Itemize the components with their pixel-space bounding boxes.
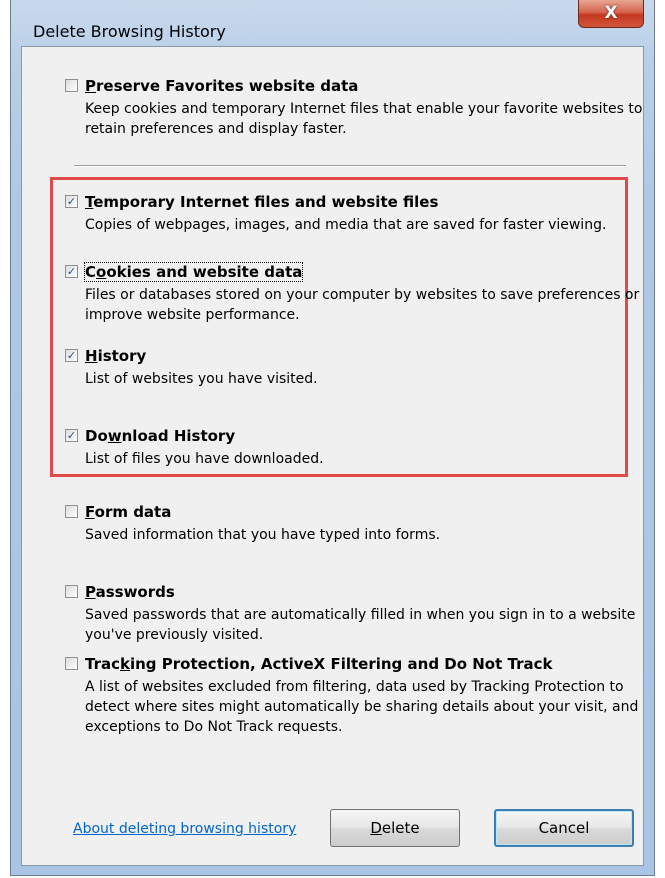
check-icon: ✓ xyxy=(66,349,77,362)
check-icon: ✓ xyxy=(66,265,77,278)
option-description: Saved passwords that are automatically f… xyxy=(85,607,636,643)
dialog-body: Preserve Favorites website data Keep coo… xyxy=(21,46,644,866)
delete-button-key: D xyxy=(370,819,382,837)
option-description: A list of websites excluded from filteri… xyxy=(85,679,639,735)
close-icon: X xyxy=(604,3,618,23)
checkbox-cookies[interactable]: ✓ xyxy=(65,265,78,278)
option-label[interactable]: History xyxy=(85,347,146,365)
option-description: Keep cookies and temporary Internet file… xyxy=(85,101,643,137)
checkbox-passwords[interactable] xyxy=(65,585,78,598)
help-link[interactable]: About deleting browsing history xyxy=(73,821,296,837)
title-bar[interactable]: Delete Browsing History X xyxy=(11,0,654,41)
option-label[interactable]: Passwords xyxy=(85,583,175,601)
delete-button[interactable]: Delete xyxy=(330,809,460,847)
close-button[interactable]: X xyxy=(578,0,644,28)
option-description: Files or databases stored on your comput… xyxy=(85,287,640,323)
delete-button-label: elete xyxy=(381,819,420,837)
option-label[interactable]: Temporary Internet files and website fil… xyxy=(85,193,438,211)
option-description: List of websites you have visited. xyxy=(85,371,318,387)
option-label[interactable]: Form data xyxy=(85,503,171,521)
option-label[interactable]: Download History xyxy=(85,427,235,445)
checkbox-tracking-protection[interactable] xyxy=(65,657,78,670)
option-description: Saved information that you have typed in… xyxy=(85,527,441,543)
checkbox-history[interactable]: ✓ xyxy=(65,349,78,362)
checkbox-download-history[interactable]: ✓ xyxy=(65,429,78,442)
option-description: List of files you have downloaded. xyxy=(85,451,324,467)
dialog-window: Delete Browsing History X Preserve Favor… xyxy=(10,0,655,876)
check-icon: ✓ xyxy=(66,429,77,442)
option-label[interactable]: Tracking Protection, ActiveX Filtering a… xyxy=(85,655,552,673)
checkbox-preserve-favorites[interactable] xyxy=(65,79,78,92)
check-icon: ✓ xyxy=(66,195,77,208)
option-label[interactable]: Cookies and website data xyxy=(83,262,304,282)
cancel-button[interactable]: Cancel xyxy=(494,809,634,847)
window-title: Delete Browsing History xyxy=(33,22,226,41)
option-description: Copies of webpages, images, and media th… xyxy=(85,217,607,233)
checkbox-form-data[interactable] xyxy=(65,505,78,518)
checkbox-temporary-internet-files[interactable]: ✓ xyxy=(65,195,78,208)
separator xyxy=(74,165,626,167)
option-label[interactable]: Preserve Favorites website data xyxy=(85,77,358,95)
